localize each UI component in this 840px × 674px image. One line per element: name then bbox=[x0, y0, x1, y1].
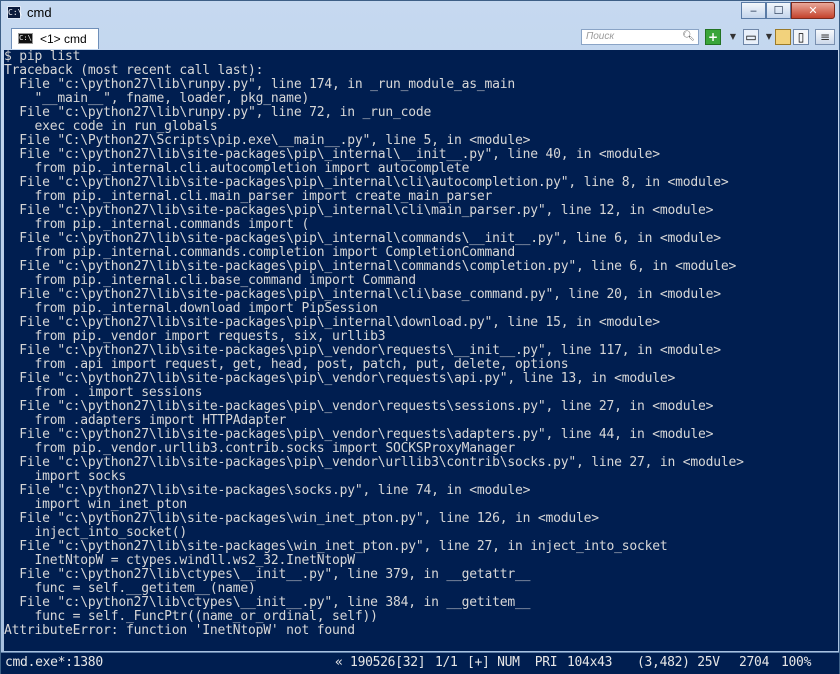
console-line: func = self._FuncPtr((name_or_ordinal, s… bbox=[4, 609, 378, 624]
status-size: 104x43 bbox=[567, 655, 613, 670]
console-line: File "c:\python27\lib\site-packages\pip\… bbox=[4, 203, 714, 218]
console-line: "__main__", fname, loader, pkg_name) bbox=[4, 91, 310, 106]
status-zoom: 100% bbox=[781, 655, 812, 670]
console-window: C:\ cmd ‒ ☐ ✕ C:\ <1> cmd Поиск 🔍︎ + ▼ ▭… bbox=[0, 0, 840, 674]
status-cursor: (3,482) 25V bbox=[637, 655, 720, 670]
console-line: $ pip list bbox=[4, 50, 81, 64]
window-controls: ‒ ☐ ✕ bbox=[741, 2, 835, 20]
menu-icon[interactable]: ≡ bbox=[815, 29, 835, 45]
console-line: from pip._vendor import requests, six, u… bbox=[4, 329, 386, 344]
console-line: File "c:\python27\lib\runpy.py", line 72… bbox=[4, 105, 432, 120]
status-mode: [+] NUM PRI bbox=[467, 655, 558, 670]
toolbar: C:\ <1> cmd Поиск 🔍︎ + ▼ ▭ ▼ ▯ ≡ bbox=[5, 27, 837, 49]
console-line: inject_into_socket() bbox=[4, 525, 188, 540]
chevron-down-icon[interactable]: ▼ bbox=[725, 30, 741, 46]
console-line: Traceback (most recent call last): bbox=[4, 63, 264, 78]
tab-cmd[interactable]: C:\ <1> cmd bbox=[11, 28, 99, 49]
lock-icon[interactable] bbox=[775, 29, 791, 45]
console-line: import socks bbox=[4, 469, 127, 484]
console-line: File "c:\python27\lib\site-packages\win_… bbox=[4, 511, 599, 526]
status-pid: 2704 bbox=[739, 655, 770, 670]
console-line: File "c:\python27\lib\site-packages\pip\… bbox=[4, 399, 714, 414]
console-line: from pip._internal.download import PipSe… bbox=[4, 301, 378, 316]
console-line: File "c:\python27\lib\ctypes\__init__.py… bbox=[4, 595, 531, 610]
console-line: from pip._internal.cli.base_command impo… bbox=[4, 273, 417, 288]
window-title: cmd bbox=[27, 5, 52, 20]
console-line: from pip._internal.cli.main_parser impor… bbox=[4, 189, 493, 204]
console-line: AttributeError: function 'InetNtopW' not… bbox=[4, 623, 355, 638]
status-process: cmd.exe*:1380 bbox=[5, 655, 103, 670]
close-button[interactable]: ✕ bbox=[791, 2, 835, 19]
title-bar[interactable]: C:\ cmd ‒ ☐ ✕ bbox=[1, 1, 839, 25]
console-output[interactable]: $ pip list Traceback (most recent call la… bbox=[4, 50, 838, 651]
console-app-icon: C:\ bbox=[7, 6, 23, 19]
status-page: 1/1 bbox=[435, 655, 458, 670]
console-line: File "C:\Python27\Scripts\pip.exe\__main… bbox=[4, 133, 531, 148]
search-icon[interactable]: 🔍︎ bbox=[682, 31, 695, 42]
search-placeholder: Поиск bbox=[586, 31, 615, 42]
console-tab-icon: C:\ bbox=[18, 33, 33, 44]
console-line: File "c:\python27\lib\site-packages\pip\… bbox=[4, 315, 660, 330]
console-line: File "c:\python27\lib\site-packages\win_… bbox=[4, 539, 668, 554]
console-line: from .adapters import HTTPAdapter bbox=[4, 413, 287, 428]
console-line: func = self.__getitem__(name) bbox=[4, 581, 256, 596]
console-line: File "c:\python27\lib\site-packages\pip\… bbox=[4, 455, 744, 470]
new-console-button[interactable]: + bbox=[705, 29, 721, 45]
console-line: File "c:\python27\lib\site-packages\sock… bbox=[4, 483, 531, 498]
console-line: File "c:\python27\lib\site-packages\pip\… bbox=[4, 175, 729, 190]
console-line: File "c:\python27\lib\site-packages\pip\… bbox=[4, 231, 721, 246]
console-line: InetNtopW = ctypes.windll.ws2_32.InetNto… bbox=[4, 553, 356, 568]
console-line: import win_inet_pton bbox=[4, 497, 188, 512]
console-line: from .api import request, get, head, pos… bbox=[4, 357, 569, 372]
window-view-icon[interactable]: ▭ bbox=[743, 29, 759, 45]
console-line: File "c:\python27\lib\ctypes\__init__.py… bbox=[4, 567, 531, 582]
search-input[interactable]: Поиск 🔍︎ bbox=[581, 29, 699, 45]
split-view-icon[interactable]: ▯ bbox=[793, 29, 809, 45]
console-line: from . import sessions bbox=[4, 385, 203, 400]
tab-label: <1> cmd bbox=[40, 32, 87, 46]
status-position: « 190526[32] bbox=[335, 655, 426, 670]
console-line: File "c:\python27\lib\site-packages\pip\… bbox=[4, 427, 714, 442]
console-line: File "c:\python27\lib\site-packages\pip\… bbox=[4, 147, 660, 162]
console-line: from pip._internal.cli.autocompletion im… bbox=[4, 161, 470, 176]
console-line: from pip._internal.commands.completion i… bbox=[4, 245, 516, 260]
console-line: File "c:\python27\lib\site-packages\pip\… bbox=[4, 343, 721, 358]
console-line: File "c:\python27\lib\site-packages\pip\… bbox=[4, 371, 676, 386]
minimize-button[interactable]: ‒ bbox=[741, 2, 766, 19]
console-line: from pip._vendor.urllib3.contrib.socks i… bbox=[4, 441, 516, 456]
console-line: exec code in run_globals bbox=[4, 119, 218, 134]
console-line: File "c:\python27\lib\site-packages\pip\… bbox=[4, 287, 721, 302]
console-line: File "c:\python27\lib\runpy.py", line 17… bbox=[4, 77, 515, 92]
maximize-button[interactable]: ☐ bbox=[766, 2, 791, 19]
console-line: from pip._internal.commands import ( bbox=[4, 217, 310, 232]
status-bar: cmd.exe*:1380 « 190526[32] 1/1 [+] NUM P… bbox=[1, 652, 839, 674]
console-line: File "c:\python27\lib\site-packages\pip\… bbox=[4, 259, 737, 274]
